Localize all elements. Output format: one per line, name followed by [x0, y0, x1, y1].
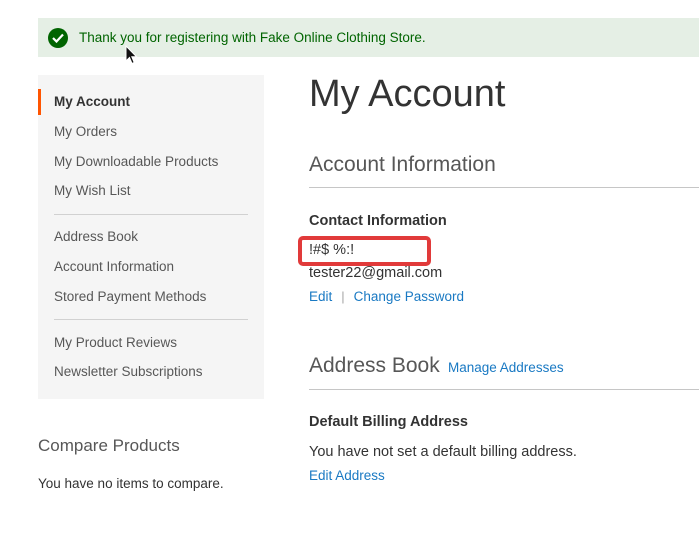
section-divider — [309, 389, 699, 390]
action-separator: | — [341, 289, 345, 304]
sidebar-item-my-orders[interactable]: My Orders — [54, 124, 117, 139]
sidebar-item-my-downloadable-products[interactable]: My Downloadable Products — [54, 154, 218, 169]
account-sidebar-nav: My Account My Orders My Downloadable Pro… — [38, 75, 264, 399]
billing-address-empty-text: You have not set a default billing addre… — [309, 444, 577, 460]
compare-products-title: Compare Products — [38, 436, 180, 455]
contact-actions: Edit | Change Password — [309, 289, 464, 305]
mouse-cursor-icon — [125, 45, 138, 65]
address-book-title: Address Book — [309, 354, 440, 377]
sidebar-item-account-information[interactable]: Account Information — [54, 259, 174, 274]
account-information-title: Account Information — [309, 153, 496, 176]
customer-email: tester22@gmail.com — [309, 265, 443, 281]
page-title: My Account — [309, 73, 506, 115]
checkmark-icon — [48, 27, 68, 48]
sidebar-item-my-wish-list[interactable]: My Wish List — [54, 183, 131, 198]
sidebar-divider — [54, 214, 248, 215]
section-divider — [309, 187, 699, 188]
sidebar-item-address-book[interactable]: Address Book — [54, 229, 138, 244]
sidebar-divider — [54, 319, 248, 320]
success-message-text: Thank you for registering with Fake Onli… — [79, 30, 426, 45]
sidebar-item-newsletter-subscriptions[interactable]: Newsletter Subscriptions — [54, 364, 203, 379]
change-password-link[interactable]: Change Password — [354, 289, 464, 304]
name-highlight-annotation — [298, 236, 431, 266]
sidebar-item-stored-payment-methods[interactable]: Stored Payment Methods — [54, 289, 206, 304]
edit-address-link[interactable]: Edit Address — [309, 468, 385, 483]
sidebar-item-my-product-reviews[interactable]: My Product Reviews — [54, 335, 177, 350]
compare-empty-text: You have no items to compare. — [38, 476, 224, 491]
contact-information-title: Contact Information — [309, 213, 447, 229]
active-indicator — [38, 89, 41, 115]
edit-contact-link[interactable]: Edit — [309, 289, 332, 304]
manage-addresses-link[interactable]: Manage Addresses — [448, 360, 564, 375]
default-billing-address-title: Default Billing Address — [309, 414, 468, 430]
sidebar-item-my-account[interactable]: My Account — [54, 94, 130, 109]
